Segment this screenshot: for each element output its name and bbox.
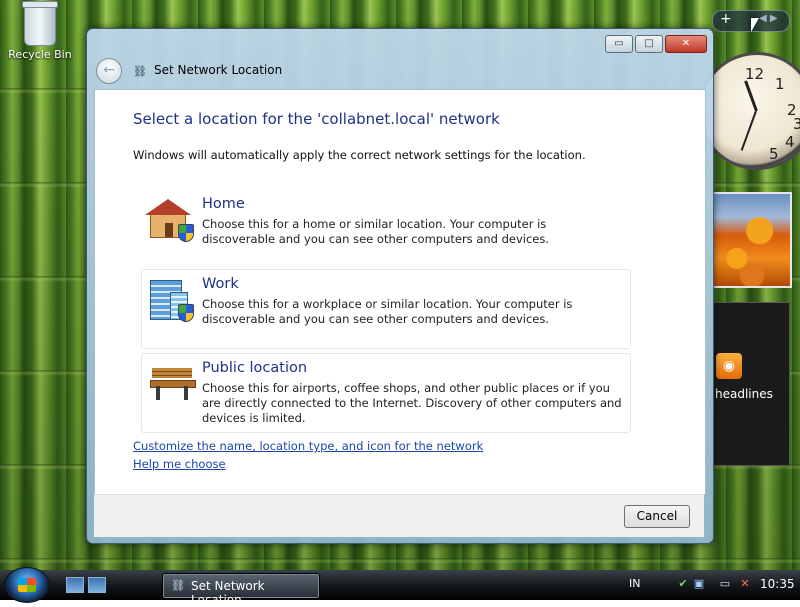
dialog-footer: Cancel bbox=[94, 494, 704, 537]
recycle-bin[interactable]: Recycle Bin bbox=[6, 1, 74, 61]
switch-windows-icon[interactable] bbox=[88, 577, 106, 593]
option-home-description: Choose this for a home or similar locati… bbox=[202, 217, 550, 246]
recycle-bin-label: Recycle Bin bbox=[8, 48, 72, 61]
taskbar-button-set-network-location[interactable]: ⛓ Set Network Location bbox=[162, 573, 320, 607]
page-title: Select a location for the 'collabnet.loc… bbox=[133, 110, 500, 128]
volume-muted-icon[interactable]: ✕ bbox=[738, 577, 752, 591]
slideshow-gadget[interactable] bbox=[712, 192, 792, 288]
minimize-button[interactable]: ▭ bbox=[605, 35, 633, 53]
language-indicator[interactable]: IN bbox=[629, 577, 640, 590]
back-button[interactable]: ← bbox=[96, 58, 122, 84]
clock-minute-hand bbox=[740, 110, 757, 151]
office-building-icon bbox=[148, 278, 194, 322]
rss-icon: ◉ bbox=[716, 353, 742, 379]
safely-remove-hardware-icon[interactable]: ▭ bbox=[718, 577, 732, 591]
cancel-button[interactable]: Cancel bbox=[624, 505, 690, 528]
network-icon: ⛓ bbox=[171, 579, 185, 592]
window-controls: ▭ □ ✕ bbox=[603, 35, 707, 53]
clock-number: 1 bbox=[775, 75, 785, 93]
security-shield-icon bbox=[178, 304, 194, 322]
add-gadget-icon[interactable]: + bbox=[720, 11, 732, 27]
option-work-description: Choose this for a workplace or similar l… bbox=[202, 297, 573, 326]
customize-network-link[interactable]: Customize the name, location type, and i… bbox=[133, 439, 483, 453]
taskbar: ⛓ Set Network Location IN ✔ ▣ ▭ ✕ 10:35 bbox=[0, 567, 800, 607]
clock-number: 5 bbox=[769, 145, 779, 163]
taskbar-button-label: Set Network Location bbox=[191, 579, 265, 607]
security-center-icon[interactable]: ✔ bbox=[676, 577, 690, 591]
start-button[interactable] bbox=[4, 567, 50, 603]
option-home-title: Home bbox=[202, 196, 245, 212]
option-public[interactable]: Public location Choose this for airports… bbox=[141, 353, 631, 433]
dialog-content: Select a location for the 'collabnet.loc… bbox=[94, 89, 706, 495]
clock-number: 12 bbox=[745, 65, 765, 83]
set-network-location-window: ▭ □ ✕ ← ⛓ Set Network Location Select a … bbox=[86, 28, 714, 544]
clock-number: 3 bbox=[793, 115, 800, 133]
taskbar-clock[interactable]: 10:35 bbox=[760, 577, 795, 591]
window-title: Set Network Location bbox=[154, 63, 283, 77]
close-button[interactable]: ✕ bbox=[665, 35, 707, 53]
feed-headlines-gadget[interactable]: ◉ headlines bbox=[712, 302, 790, 466]
mouse-cursor bbox=[751, 18, 759, 32]
clock-number: 4 bbox=[785, 133, 795, 151]
network-status-icon[interactable]: ▣ bbox=[692, 577, 706, 591]
gadget-nav-arrows-icon[interactable]: ◀ ▶ bbox=[759, 13, 778, 24]
option-public-description: Choose this for airports, coffee shops, … bbox=[202, 381, 622, 425]
intro-text: Windows will automatically apply the cor… bbox=[133, 148, 586, 162]
show-desktop-icon[interactable] bbox=[66, 577, 84, 593]
option-work[interactable]: Work Choose this for a workplace or simi… bbox=[141, 269, 631, 349]
security-shield-icon bbox=[178, 224, 194, 242]
option-public-title: Public location bbox=[202, 360, 308, 376]
clock-hour-hand bbox=[744, 80, 758, 112]
option-work-title: Work bbox=[202, 276, 239, 292]
maximize-button[interactable]: □ bbox=[635, 35, 663, 53]
recycle-bin-icon bbox=[22, 1, 58, 46]
feeds-headlines-label: headlines bbox=[715, 387, 773, 401]
option-home[interactable]: Home Choose this for a home or similar l… bbox=[141, 189, 631, 269]
network-icon: ⛓ bbox=[133, 65, 147, 78]
park-bench-icon bbox=[148, 362, 196, 406]
windows-logo-icon bbox=[18, 578, 36, 592]
house-icon bbox=[145, 198, 194, 242]
help-me-choose-link[interactable]: Help me choose bbox=[133, 457, 226, 471]
